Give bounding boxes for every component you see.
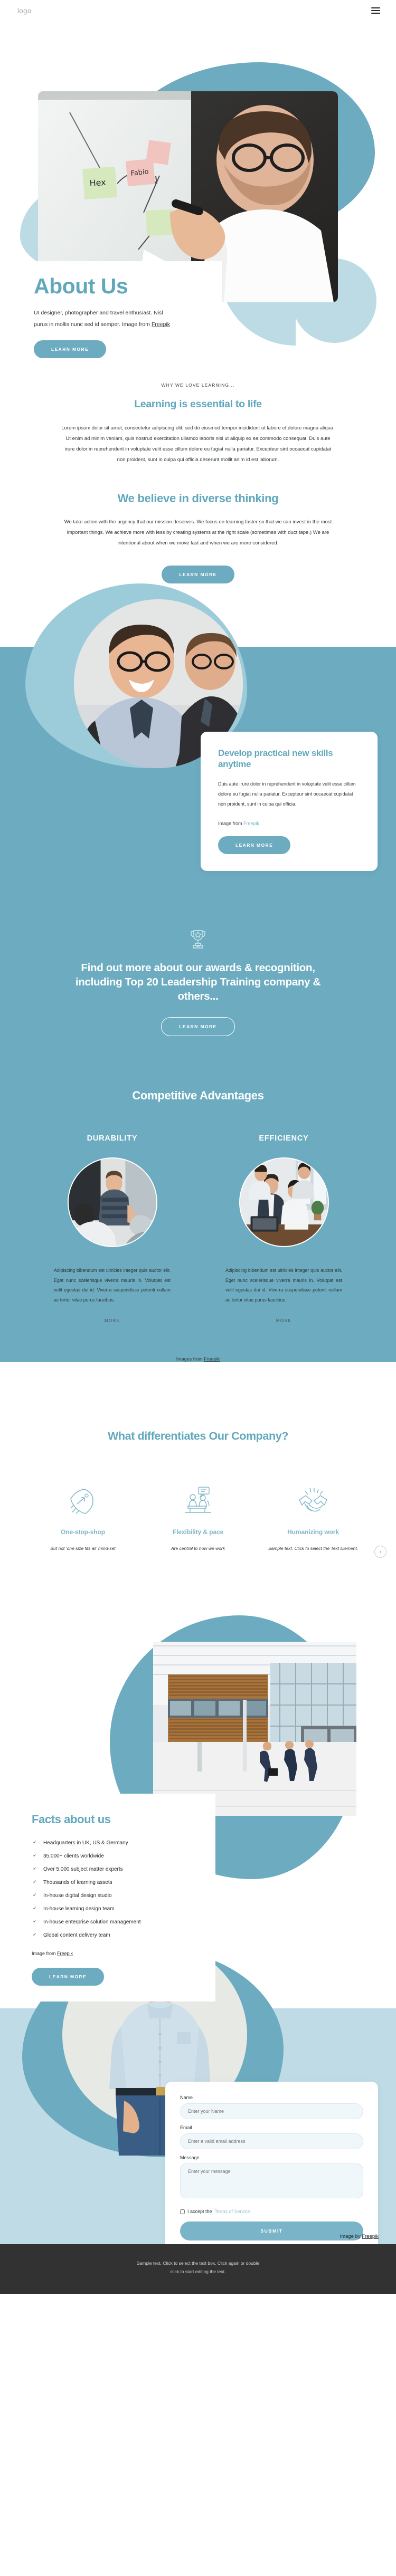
name-input[interactable] xyxy=(180,2103,363,2119)
svg-text:Hex: Hex xyxy=(89,177,106,188)
message-textarea[interactable] xyxy=(180,2163,363,2198)
email-input[interactable] xyxy=(180,2133,363,2149)
feature-title: One-stop-shop xyxy=(60,1528,106,1536)
terms-of-service-link[interactable]: Terms of Service xyxy=(215,2209,250,2214)
hero-description-text: UI designer, photographer and travel ent… xyxy=(34,310,163,328)
advantage-more-link[interactable]: MORE xyxy=(276,1318,292,1326)
list-item: Headquarters in UK, US & Germany xyxy=(32,1840,210,1846)
accept-terms-text: I accept the xyxy=(187,2209,212,2214)
hero-section: Hex Fabio About Us UI designer, photogra… xyxy=(0,21,396,358)
awards-section: Find out more about our awards & recogni… xyxy=(0,871,396,1036)
site-header: logo xyxy=(0,0,396,21)
logo[interactable]: logo xyxy=(17,7,32,15)
terms-row: I accept the Terms of Service xyxy=(180,2209,363,2214)
feature-body: Are central to how we work xyxy=(171,1546,225,1552)
advantage-body: Adipiscing bibendum est ultricies intege… xyxy=(225,1267,342,1303)
advantages-section: Competitive Advantages DURABILITY Adipis… xyxy=(0,1036,396,1362)
footer-line-2: click to start editing the text. xyxy=(170,2269,226,2275)
email-label: Email xyxy=(180,2125,192,2130)
trophy-icon xyxy=(191,930,205,949)
rocket-icon xyxy=(30,1483,136,1518)
advantage-title: DURABILITY xyxy=(87,1134,138,1143)
advantage-image-durability xyxy=(67,1157,157,1247)
facts-content: Facts about us Headquarters in UK, US & … xyxy=(0,1794,215,2002)
diverse-thinking-heading: We believe in diverse thinking xyxy=(117,491,279,505)
advantage-title: EFFICIENCY xyxy=(259,1134,309,1143)
accept-terms-checkbox[interactable] xyxy=(180,2209,185,2214)
differentiates-heading: What differentiates Our Company? xyxy=(108,1430,288,1443)
facts-section: Facts about us Headquarters in UK, US & … xyxy=(0,1579,396,2002)
feature-title: Flexibility & pace xyxy=(172,1528,224,1536)
hero-text-block: About Us UI designer, photographer and t… xyxy=(0,261,222,336)
feature-card: Flexibility & pace Are central to how we… xyxy=(140,1483,256,1553)
feature-body: Sample text. Click to select the Text El… xyxy=(268,1546,359,1552)
freepik-link[interactable]: Freepik xyxy=(362,2234,379,2239)
page-title: About Us xyxy=(34,274,128,298)
facts-heading: Facts about us xyxy=(32,1813,111,1826)
diverse-thinking-body: We take action with the urgency that our… xyxy=(64,519,332,546)
advantage-body: Adipiscing bibendum est ultricies intege… xyxy=(54,1267,171,1303)
hero-description: UI designer, photographer and travel ent… xyxy=(34,308,171,330)
advantages-credit: Images from Freepik xyxy=(0,1356,396,1362)
feature-card: Humanizing work Sample text. Click to se… xyxy=(256,1483,371,1553)
hero-learn-more-button[interactable]: LEARN MORE xyxy=(34,340,107,358)
feature-title: Humanizing work xyxy=(287,1528,339,1536)
skills-heading: Develop practical new skills anytime xyxy=(218,748,333,770)
site-footer: Sample text. Click to select the text bo… xyxy=(0,2244,396,2294)
list-item: Thousands of learning assets xyxy=(32,1880,210,1885)
name-label: Name xyxy=(180,2095,193,2100)
facts-learn-more-button[interactable]: LEARN MORE xyxy=(32,1968,105,1986)
freepik-link[interactable]: Freepik xyxy=(57,1951,73,1956)
list-item: In-house learning design team xyxy=(32,1906,210,1912)
advantage-more-link[interactable]: MORE xyxy=(104,1318,120,1326)
list-item: Over 5,000 subject matter experts xyxy=(32,1866,210,1872)
meeting-icon xyxy=(145,1483,251,1518)
differentiates-section: What differentiates Our Company? One-sto… xyxy=(0,1362,396,1558)
list-item: Global content delivery team xyxy=(32,1932,210,1938)
awards-heading: Find out more about our awards & recogni… xyxy=(75,961,321,1002)
facts-credit-prefix: Image from xyxy=(32,1951,58,1956)
learning-heading: Learning is essential to life xyxy=(134,398,262,410)
advantages-credit-prefix: Images from xyxy=(176,1356,204,1362)
landing-page: logo Hex Fabio About Us UI designer, pho… xyxy=(0,0,396,2294)
list-item: In-house digital design studio xyxy=(32,1893,210,1899)
list-item: 35,000+ clients worldwide xyxy=(32,1853,210,1859)
advantage-image-efficiency xyxy=(239,1157,329,1247)
learning-body: Lorem ipsum dolor sit amet, consectetur … xyxy=(61,425,335,463)
skills-card: Develop practical new skills anytime Dui… xyxy=(201,731,378,871)
features-grid: One-stop-shop But not ‘one size fits all… xyxy=(0,1483,396,1553)
skills-credit: Image from Freepik xyxy=(218,821,360,826)
list-item: In-house enterprise solution management xyxy=(32,1919,210,1925)
feature-card: One-stop-shop But not ‘one size fits all… xyxy=(25,1483,140,1553)
hamburger-menu-icon[interactable] xyxy=(371,7,380,14)
message-label: Message xyxy=(180,2155,200,2160)
submit-button[interactable]: SUBMIT xyxy=(180,2221,363,2240)
skills-learn-more-button[interactable]: LEARN MORE xyxy=(218,836,291,854)
section-eyebrow: WHY WE LOVE LEARNING... xyxy=(161,382,235,388)
skills-body: Duis aute irure dolor in reprehenderit i… xyxy=(218,781,356,807)
footer-line-1: Sample text. Click to select the text bo… xyxy=(136,2261,260,2266)
feature-body: But not ‘one size fits all’ mind-set xyxy=(50,1546,116,1552)
learning-section: WHY WE LOVE LEARNING... Learning is esse… xyxy=(0,348,396,583)
awards-learn-more-button[interactable]: LEARN MORE xyxy=(161,1017,235,1036)
contact-credit: Image by Freepik xyxy=(340,2234,379,2239)
advantage-card: DURABILITY Adipiscing bibendum est ultri… xyxy=(53,1134,172,1326)
contact-credit-prefix: Image by xyxy=(340,2234,362,2239)
freepik-link[interactable]: Freepik xyxy=(243,821,259,826)
facts-credit: Image from Freepik xyxy=(32,1951,210,1956)
advantages-grid: DURABILITY Adipiscing bibendum est ultri… xyxy=(0,1134,396,1326)
freepik-link[interactable]: Freepik xyxy=(152,321,170,328)
facts-image-building xyxy=(153,1642,356,1816)
skills-credit-prefix: Image from xyxy=(218,820,244,826)
teal-band: Develop practical new skills anytime Dui… xyxy=(0,583,396,1363)
advantage-card: EFFICIENCY Adipiscing bibendum est ultri… xyxy=(224,1134,343,1326)
freepik-link[interactable]: Freepik xyxy=(204,1356,220,1362)
facts-list: Headquarters in UK, US & Germany 35,000+… xyxy=(32,1840,210,1938)
chevron-right-icon[interactable]: › xyxy=(374,1546,386,1558)
advantages-heading: Competitive Advantages xyxy=(132,1088,264,1102)
contact-form: Name Email Message I accept the Terms of… xyxy=(165,2082,378,2255)
learning-learn-more-button[interactable]: LEARN MORE xyxy=(162,565,234,583)
handshake-icon xyxy=(260,1483,366,1518)
